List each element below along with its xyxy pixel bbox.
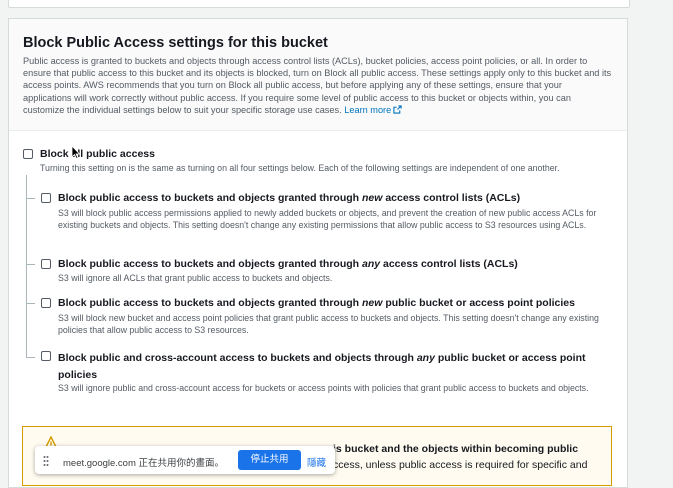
option-new-policies-label: Block public access to buckets and objec…: [58, 297, 575, 309]
mouse-cursor-icon: [71, 145, 80, 159]
option-any-acls-label: Block public access to buckets and objec…: [58, 258, 518, 270]
option-new-acls-description: S3 will block public access permissions …: [58, 208, 597, 230]
option-new-policies-checkbox[interactable]: [41, 298, 51, 308]
warning-text-line1: is bucket and the objects within becomin…: [333, 443, 579, 455]
learn-more-link[interactable]: Learn more: [344, 105, 402, 115]
option-new-policies-description: S3 will block new bucket and access poin…: [58, 313, 599, 335]
option-any-acls-description: S3 will ignore all ACLs that grant publi…: [58, 273, 333, 283]
tree-line: [26, 175, 27, 358]
section-description: Public access is granted to buckets and …: [23, 56, 612, 115]
hide-share-bar-button[interactable]: 隱藏: [307, 455, 326, 469]
option-any-acls-checkbox[interactable]: [41, 259, 51, 269]
option-new-acls-label: Block public access to buckets and objec…: [58, 192, 521, 204]
panel-header: Block Public Access settings for this bu…: [9, 19, 627, 131]
previous-panel-edge: [8, 0, 630, 8]
block-public-access-panel: Block Public Access settings for this bu…: [8, 18, 628, 488]
tree-branch: [27, 264, 35, 265]
block-all-description: Turning this setting on is the same as t…: [40, 163, 560, 173]
option-new-acls-checkbox[interactable]: [41, 193, 51, 203]
share-status-text: meet.google.com 正在共用你的畫面。: [63, 458, 225, 469]
external-link-icon: [393, 105, 402, 114]
block-all-label: Block all public access: [40, 148, 155, 160]
option-any-policies-description: S3 will ignore public and cross-account …: [58, 383, 589, 393]
stop-sharing-button[interactable]: 停止共用: [238, 450, 301, 470]
option-any-policies-checkbox[interactable]: [41, 351, 51, 361]
tree-branch: [27, 303, 35, 304]
tree-branch: [27, 198, 35, 199]
block-all-checkbox[interactable]: [23, 149, 33, 159]
tree-branch: [27, 357, 35, 358]
option-any-policies-label: Block public and cross-account access to…: [58, 352, 586, 381]
section-title: Block Public Access settings for this bu…: [23, 35, 328, 51]
warning-text-line2: ccess, unless public access is required …: [333, 459, 588, 471]
drag-handle-icon[interactable]: [43, 455, 49, 467]
